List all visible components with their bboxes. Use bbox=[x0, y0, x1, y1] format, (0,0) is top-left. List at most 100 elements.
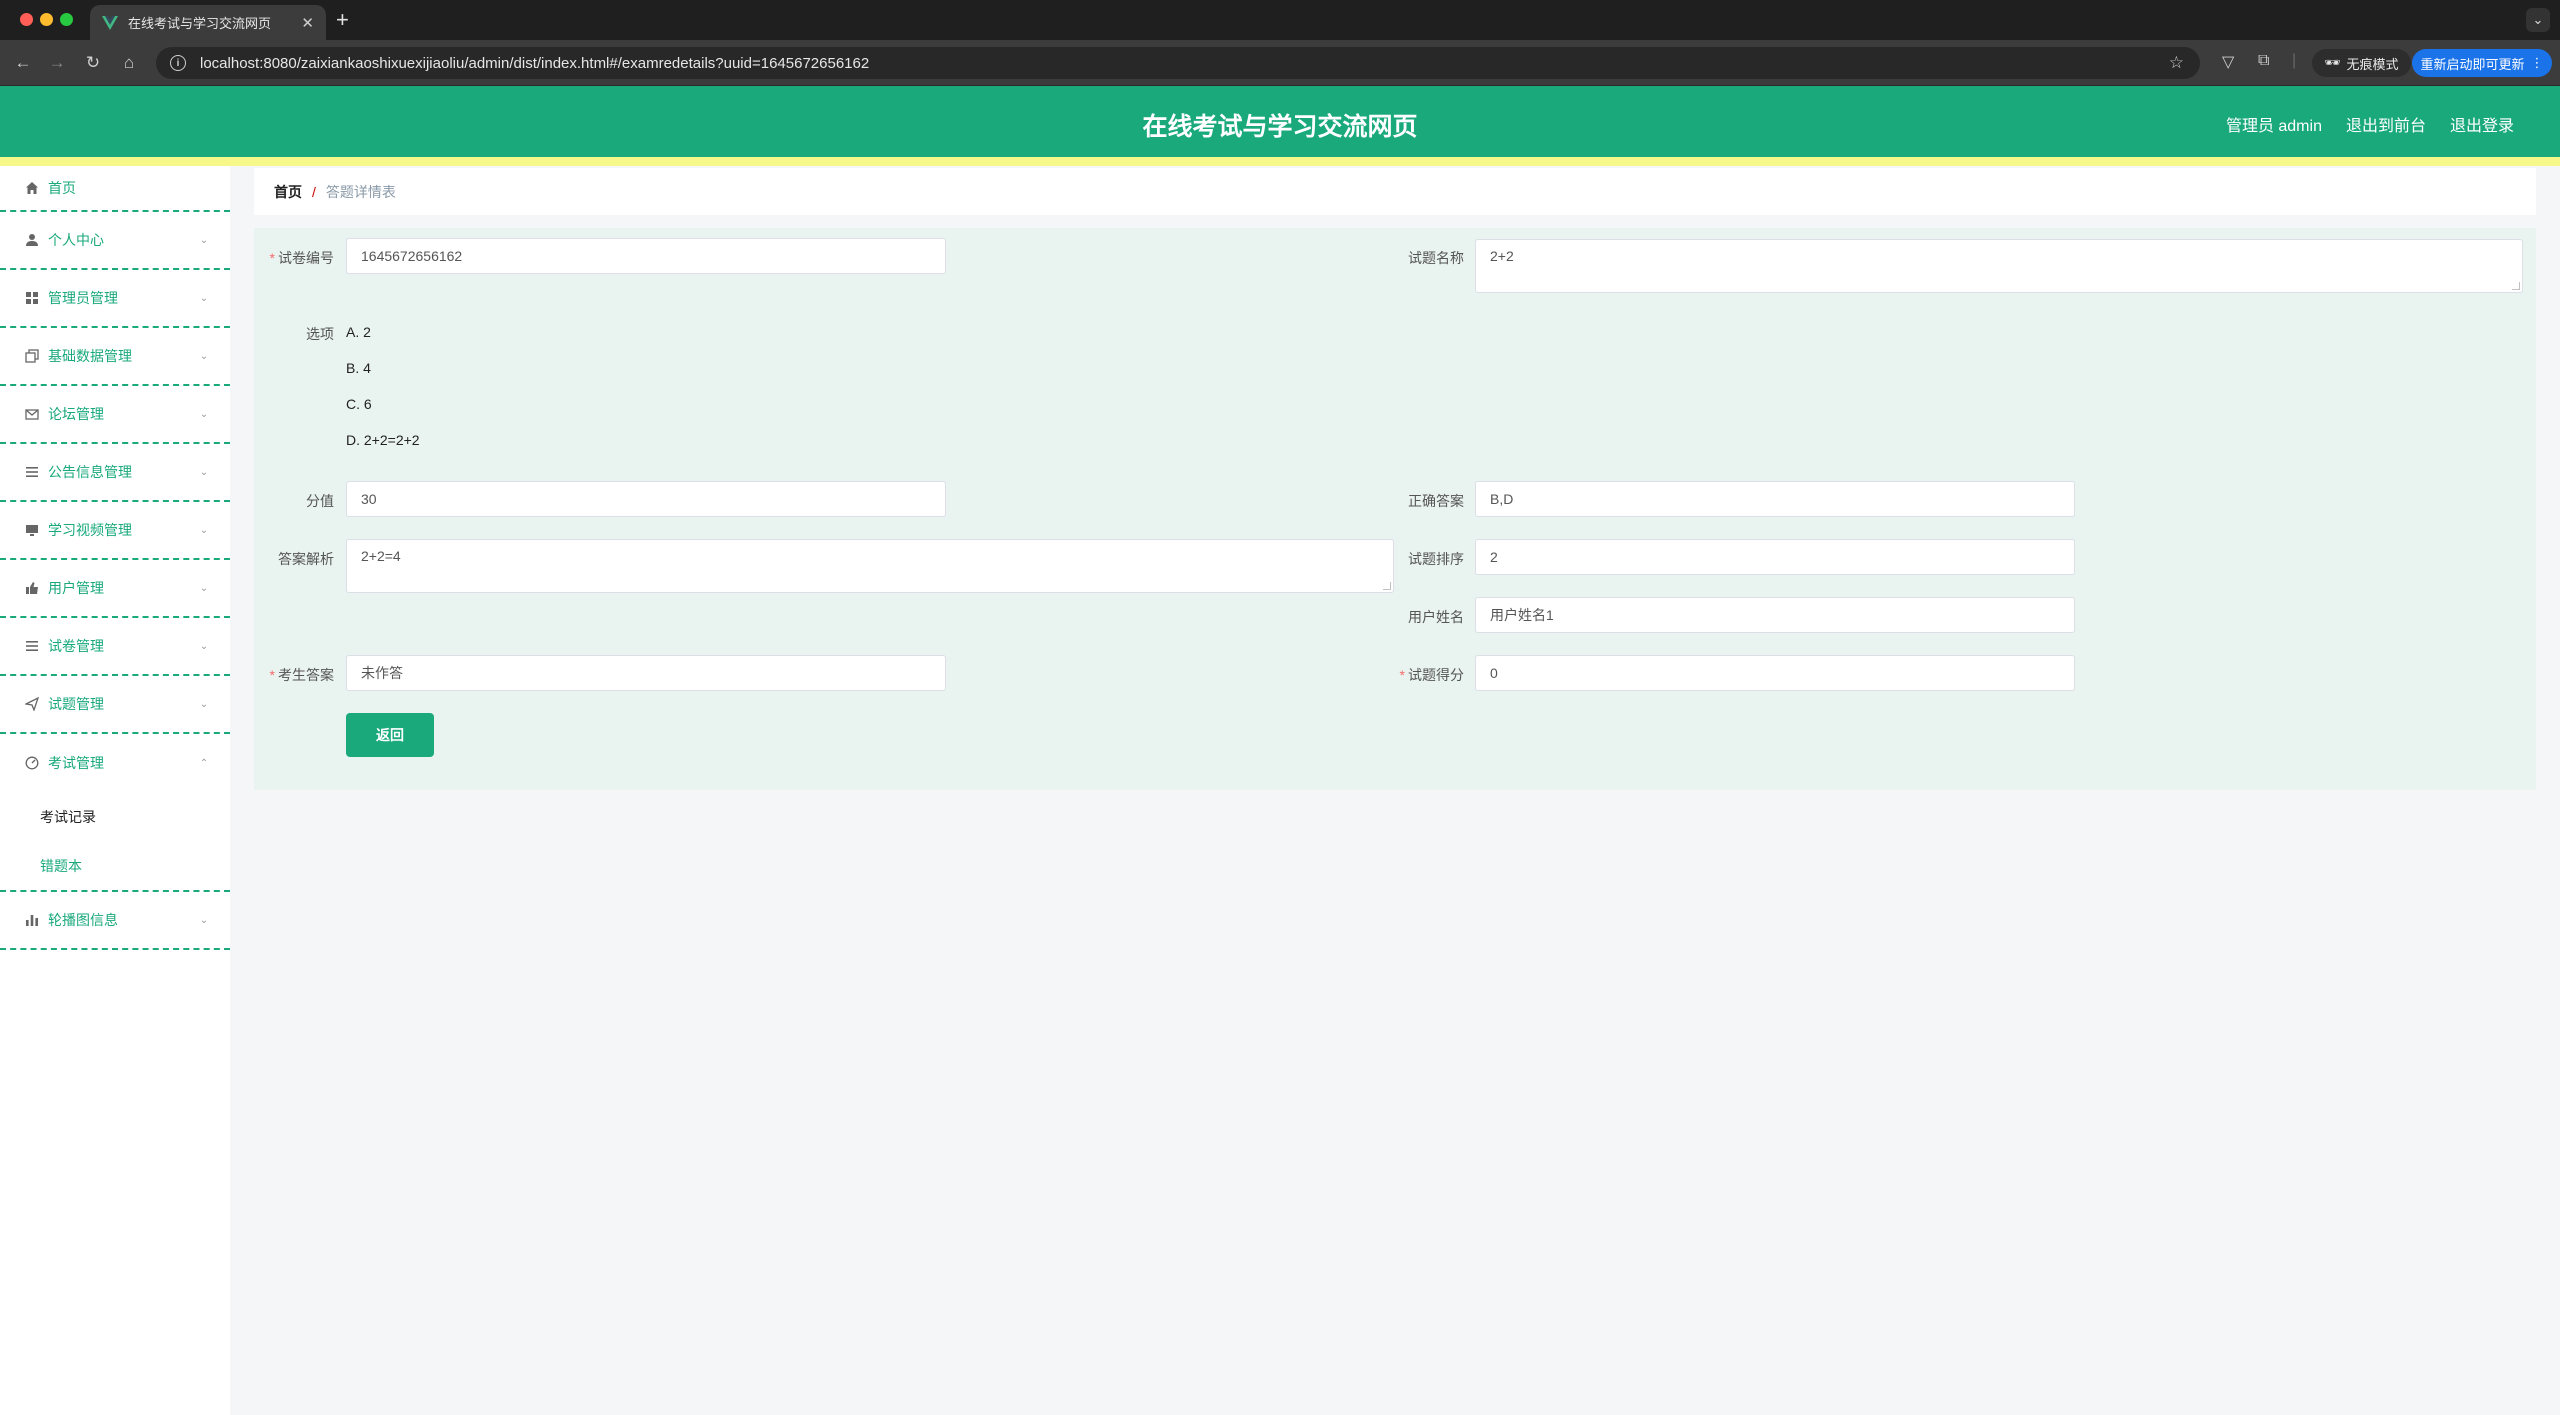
incognito-icon: 🕶 bbox=[2324, 55, 2341, 70]
header-accent-strip bbox=[0, 157, 2560, 166]
back-button[interactable]: 返回 bbox=[346, 713, 434, 757]
update-browser-button[interactable]: 重新启动即可更新 ⋮ bbox=[2412, 49, 2552, 77]
incognito-badge[interactable]: 🕶 无痕模式 bbox=[2312, 49, 2411, 77]
page-title: 在线考试与学习交流网页 bbox=[1142, 113, 1418, 141]
resize-handle[interactable] bbox=[2512, 282, 2520, 290]
chevron-down-icon: ⌄ bbox=[199, 234, 209, 246]
sidebar-item-label: 学习视频管理 bbox=[48, 522, 132, 538]
incognito-label: 无痕模式 bbox=[2346, 56, 2399, 72]
question-score-label: * 试题得分 bbox=[1399, 667, 1464, 683]
sidebar-item-label: 论坛管理 bbox=[48, 406, 104, 422]
sidebar-item-carousel[interactable]: 轮播图信息 ⌄ bbox=[0, 892, 230, 950]
sidebar-item-admin[interactable]: 管理员管理 ⌄ bbox=[0, 270, 230, 328]
sidebar-item-label: 公告信息管理 bbox=[48, 464, 132, 480]
app-header: 在线考试与学习交流网页 管理员 admin 退出到前台 退出登录 bbox=[0, 86, 2560, 157]
browser-tab[interactable]: 在线考试与学习交流网页 ✕ bbox=[90, 5, 326, 40]
url-field[interactable]: i localhost:8080/zaixiankaoshixuexijiaol… bbox=[156, 47, 2200, 79]
sidebar-item-label: 试题管理 bbox=[48, 696, 104, 712]
sidebar-item-base-data[interactable]: 基础数据管理 ⌄ bbox=[0, 328, 230, 386]
tab-search-icon[interactable]: ⌄ bbox=[2526, 8, 2550, 32]
sidebar-item-label: 基础数据管理 bbox=[48, 348, 132, 364]
analysis-text: 2+2=4 bbox=[361, 548, 401, 564]
analysis-label: 答案解析 bbox=[278, 551, 334, 567]
sidebar-item-label: 首页 bbox=[48, 180, 76, 196]
sidebar-item-exams[interactable]: 考试管理 ⌃ bbox=[0, 734, 230, 792]
browser-tab-bar: 在线考试与学习交流网页 ✕ + ⌄ bbox=[0, 0, 2560, 40]
home-nav-icon[interactable]: ⌂ bbox=[118, 52, 140, 74]
vue-logo-icon bbox=[102, 15, 118, 31]
breadcrumb-home[interactable]: 首页 bbox=[274, 182, 302, 202]
chevron-down-icon: ⌄ bbox=[199, 698, 209, 710]
options-label: 选项 bbox=[306, 326, 334, 342]
paper-id-label: * 试卷编号 bbox=[269, 250, 334, 266]
tab-title: 在线考试与学习交流网页 bbox=[128, 16, 272, 31]
more-vert-icon: ⋮ bbox=[2530, 55, 2544, 70]
sidebar-item-questions[interactable]: 试题管理 ⌄ bbox=[0, 676, 230, 734]
score-label: 分值 bbox=[306, 493, 334, 509]
minimize-window-button[interactable] bbox=[40, 13, 53, 26]
gauge-icon bbox=[24, 755, 40, 771]
maximize-window-button[interactable] bbox=[60, 13, 73, 26]
sidebar-item-papers[interactable]: 试卷管理 ⌄ bbox=[0, 618, 230, 676]
question-name-label: 试题名称 bbox=[1408, 250, 1464, 266]
sidebar-item-label: 试卷管理 bbox=[48, 638, 104, 654]
username-label: 用户姓名 bbox=[1408, 609, 1464, 625]
extension-icon[interactable]: ▽ bbox=[2222, 52, 2234, 72]
list-icon bbox=[24, 638, 40, 654]
option-d: D. 2+2=2+2 bbox=[346, 432, 420, 448]
student-answer-label: * 考生答案 bbox=[269, 667, 334, 683]
chevron-down-icon: ⌄ bbox=[199, 582, 209, 594]
close-window-button[interactable] bbox=[20, 13, 33, 26]
sidebar-subitem-exam-records[interactable]: 考试记录 bbox=[0, 792, 230, 842]
reload-icon[interactable]: ↻ bbox=[82, 52, 104, 74]
tab-close-icon[interactable]: ✕ bbox=[301, 14, 314, 32]
chevron-down-icon: ⌄ bbox=[199, 524, 209, 536]
paper-id-field[interactable]: 1645672656162 bbox=[346, 238, 946, 274]
question-score-field[interactable]: 0 bbox=[1475, 655, 2075, 691]
back-arrow-icon[interactable]: ← bbox=[12, 52, 34, 74]
sidebar-item-forum[interactable]: 论坛管理 ⌄ bbox=[0, 386, 230, 444]
sidebar-item-label: 管理员管理 bbox=[48, 290, 118, 306]
forward-arrow-icon[interactable]: → bbox=[46, 52, 68, 74]
correct-answer-field[interactable]: B,D bbox=[1475, 481, 2075, 517]
copy-icon bbox=[24, 348, 40, 364]
thumb-icon bbox=[24, 580, 40, 596]
bookmark-star-icon[interactable]: ☆ bbox=[2169, 53, 2184, 73]
chevron-down-icon: ⌄ bbox=[199, 466, 209, 478]
logout-link[interactable]: 退出登录 bbox=[2450, 112, 2514, 136]
chevron-up-icon: ⌃ bbox=[199, 757, 209, 769]
monitor-icon bbox=[24, 522, 40, 538]
send-icon bbox=[24, 696, 40, 712]
sidebar-item-personal[interactable]: 个人中心 ⌄ bbox=[0, 212, 230, 270]
score-field[interactable]: 30 bbox=[346, 481, 946, 517]
sidebar-item-video[interactable]: 学习视频管理 ⌄ bbox=[0, 502, 230, 560]
question-name-field[interactable]: 2+2 bbox=[1475, 239, 2523, 293]
breadcrumb-separator: / bbox=[312, 183, 316, 200]
analysis-field[interactable]: 2+2=4 bbox=[346, 539, 1394, 593]
header-links: 管理员 admin 退出到前台 退出登录 bbox=[2226, 112, 2514, 136]
sidebar-item-home[interactable]: 首页 bbox=[0, 166, 230, 212]
url-text: localhost:8080/zaixiankaoshixuexijiaoliu… bbox=[200, 54, 870, 72]
sidebar-item-users[interactable]: 用户管理 ⌄ bbox=[0, 560, 230, 618]
update-label: 重新启动即可更新 bbox=[2420, 56, 2525, 72]
username-field[interactable]: 用户姓名1 bbox=[1475, 597, 2075, 633]
sidebar-item-label: 用户管理 bbox=[48, 580, 104, 596]
grid-icon bbox=[24, 290, 40, 306]
user-icon bbox=[24, 232, 40, 248]
site-info-icon[interactable]: i bbox=[170, 55, 186, 71]
sidebar-subitem-wrong-book[interactable]: 错题本 bbox=[0, 842, 230, 892]
option-c: C. 6 bbox=[346, 396, 372, 412]
sidebar-item-notice[interactable]: 公告信息管理 ⌄ bbox=[0, 444, 230, 502]
option-b: B. 4 bbox=[346, 360, 371, 376]
chevron-down-icon: ⌄ bbox=[199, 914, 209, 926]
divider: | bbox=[2292, 52, 2297, 69]
exit-to-front-link[interactable]: 退出到前台 bbox=[2346, 112, 2426, 136]
chevron-down-icon: ⌄ bbox=[199, 292, 209, 304]
student-answer-field[interactable]: 未作答 bbox=[346, 655, 946, 691]
order-field[interactable]: 2 bbox=[1475, 539, 2075, 575]
home-icon bbox=[24, 180, 40, 196]
sidebar-item-label: 个人中心 bbox=[48, 232, 104, 248]
resize-handle[interactable] bbox=[1383, 582, 1391, 590]
puzzle-icon[interactable]: ⧉ bbox=[2258, 52, 2269, 70]
new-tab-icon[interactable]: + bbox=[336, 8, 349, 32]
